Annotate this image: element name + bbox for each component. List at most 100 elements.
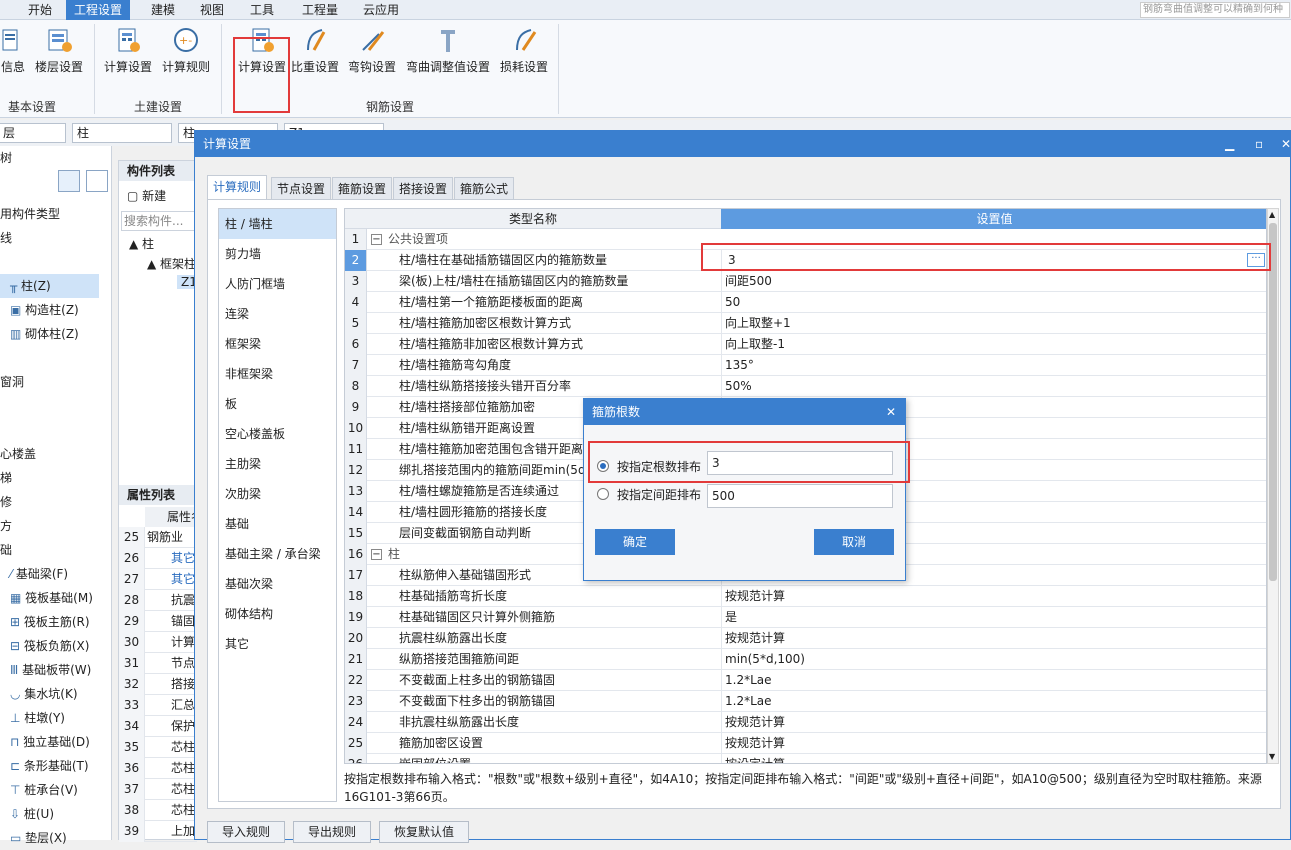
grid-row[interactable]: 5 柱/墙柱箍筋加密区根数计算方式 向上取整+1 [345, 313, 1266, 334]
setting-value[interactable]: 按规范计算 [721, 712, 1266, 733]
tree-item-pier[interactable]: ⊥ 柱墩(Y) [0, 706, 65, 730]
grid-row[interactable]: 7 柱/墙柱箍筋弯勾角度 135° [345, 355, 1266, 376]
setting-value[interactable]: 向上取整+1 [721, 313, 1266, 334]
scroll-down-icon[interactable]: ▼ [1269, 753, 1277, 761]
grid-row[interactable]: 3 梁(板)上柱/墙柱在插筋锚固区内的箍筋数量 间距500 [345, 271, 1266, 292]
category-item[interactable]: 基础次梁 [219, 569, 336, 599]
grid-row[interactable]: 4 柱/墙柱第一个箍筋距楼板面的距离 50 [345, 292, 1266, 313]
grid-row[interactable]: 26 嵌固部位设置 按设定计算 [345, 754, 1266, 763]
property-row[interactable]: 27 其它 [119, 569, 197, 590]
tree-item-foundation-beam[interactable]: ⁄ 基础梁(F) [0, 562, 68, 586]
floor-settings-button[interactable]: 楼层设置 [32, 24, 86, 88]
property-row[interactable]: 34 保护 [119, 716, 197, 737]
category-item[interactable]: 板 [219, 389, 336, 419]
tree-item-pile[interactable]: ⇩ 桩(U) [0, 802, 54, 826]
property-row[interactable]: 35 芯柱 [119, 737, 197, 758]
grid-row[interactable]: 8 柱/墙柱纵筋搭接接头错开百分率 50% [345, 376, 1266, 397]
category-item[interactable]: 砌体结构 [219, 599, 336, 629]
property-row[interactable]: 29 锚固 [119, 611, 197, 632]
category-item[interactable]: 框架梁 [219, 329, 336, 359]
tree-item-raft-main-bar[interactable]: ⊞ 筏板主筋(R) [0, 610, 90, 634]
property-row[interactable]: 38 芯柱 [119, 800, 197, 821]
category-item[interactable]: 基础 [219, 509, 336, 539]
grid-row[interactable]: 18 柱基础插筋弯折长度 按规范计算 [345, 586, 1266, 607]
property-row[interactable]: 31 节点 [119, 653, 197, 674]
category-item[interactable]: 剪力墙 [219, 239, 336, 269]
tree-item-sump[interactable]: ◡ 集水坑(K) [0, 682, 78, 706]
search-hint-input[interactable]: 钢筋弯曲值调整可以精确到何种 [1140, 2, 1290, 18]
grid-row[interactable]: 25 箍筋加密区设置 按规范计算 [345, 733, 1266, 754]
tree-item[interactable]: 线 [0, 226, 12, 250]
category-item[interactable]: 其它 [219, 629, 336, 659]
setting-value[interactable]: 1.2*Lae [721, 670, 1266, 691]
menu-cloud[interactable]: 云应用 [355, 0, 407, 20]
category-item[interactable]: 非框架梁 [219, 359, 336, 389]
spacing-input[interactable]: 500 [707, 484, 893, 508]
scroll-up-icon[interactable]: ▲ [1269, 211, 1277, 219]
tree-item-raft[interactable]: ▦ 筏板基础(M) [0, 586, 93, 610]
category-item[interactable]: 人防门框墙 [219, 269, 336, 299]
close-icon[interactable]: ✕ [1281, 131, 1291, 157]
property-row[interactable]: 33 汇总 [119, 695, 197, 716]
tab-calc-rules[interactable]: 计算规则 [207, 175, 268, 199]
tree-item-isolated-footing[interactable]: ⊓ 独立基础(D) [0, 730, 90, 754]
setting-value[interactable]: 50% [721, 376, 1266, 397]
tree-item[interactable]: 窗洞 [0, 370, 24, 394]
maximize-icon[interactable]: ▫ [1255, 131, 1263, 157]
menu-start[interactable]: 开始 [20, 0, 60, 20]
setting-value[interactable]: 50 [721, 292, 1266, 313]
setting-value[interactable]: min(5*d,100) [721, 649, 1266, 670]
comp-tree-frame-column[interactable]: ▲ 框架柱 [147, 255, 196, 272]
floor-select[interactable]: 层 [0, 123, 66, 143]
tree-item-column[interactable]: ╥ 柱(Z) [0, 274, 99, 298]
grid-view-icon[interactable] [86, 170, 108, 192]
tree-item-raft-neg-bar[interactable]: ⊟ 筏板负筋(X) [0, 634, 89, 658]
popup-close-icon[interactable]: ✕ [886, 399, 896, 425]
tab-lap-settings[interactable]: 搭接设置 [393, 177, 454, 199]
tree-item-pile-cap[interactable]: ⊤ 桩承台(V) [0, 778, 78, 802]
grid-row[interactable]: 6 柱/墙柱箍筋非加密区根数计算方式 向上取整-1 [345, 334, 1266, 355]
menu-tools[interactable]: 工具 [242, 0, 282, 20]
property-row[interactable]: 26 其它 [119, 548, 197, 569]
info-button[interactable]: 信息 [0, 24, 26, 88]
menu-quantity[interactable]: 工程量 [294, 0, 346, 20]
tree-item[interactable]: 方 [0, 514, 12, 538]
property-row[interactable]: 25 钢筋业 [119, 527, 197, 548]
property-row[interactable]: 36 芯柱 [119, 758, 197, 779]
list-view-icon[interactable] [58, 170, 80, 192]
menu-project-settings[interactable]: 工程设置 [66, 0, 131, 20]
grid-row[interactable]: 23 不变截面下柱多出的钢筋锚固 1.2*Lae [345, 691, 1266, 712]
tree-item[interactable]: 心楼盖 [0, 442, 36, 466]
setting-value[interactable]: 间距500 [721, 271, 1266, 292]
tree-item-constructional-column[interactable]: ▣ 构造柱(Z) [0, 298, 79, 322]
civil-calc-settings-button[interactable]: 计算设置 [102, 24, 154, 88]
grid-row[interactable]: 21 纵筋搭接范围箍筋间距 min(5*d,100) [345, 649, 1266, 670]
calc-rules-button[interactable]: +- 计算规则 [160, 24, 212, 88]
tree-item-cushion[interactable]: ▭ 垫层(X) [0, 826, 67, 850]
setting-value[interactable]: 1.2*Lae [721, 691, 1266, 712]
tree-item-masonry-column[interactable]: ▥ 砌体柱(Z) [0, 322, 79, 346]
category-item[interactable]: 主肋梁 [219, 449, 336, 479]
new-button[interactable]: ▢ 新建 [127, 187, 166, 204]
setting-value[interactable]: 按规范计算 [721, 733, 1266, 754]
menu-modeling[interactable]: 建模 [143, 0, 183, 20]
type-select[interactable]: 柱 [72, 123, 172, 143]
grid-scrollbar[interactable]: ▲ ▼ [1267, 208, 1279, 764]
property-row[interactable]: 39 上加 [119, 821, 197, 842]
menu-view[interactable]: 视图 [192, 0, 232, 20]
grid-row[interactable]: 19 柱基础锚固区只计算外侧箍筋 是 [345, 607, 1266, 628]
scroll-thumb[interactable] [1269, 223, 1277, 581]
bend-adjust-settings-button[interactable]: 弯曲调整值设置 [404, 24, 492, 88]
tree-item[interactable]: 修 [0, 490, 12, 514]
loss-settings-button[interactable]: 损耗设置 [498, 24, 550, 88]
hook-settings-button[interactable]: 弯钩设置 [346, 24, 398, 88]
category-item[interactable]: 基础主梁 / 承台梁 [219, 539, 336, 569]
comp-tree-root[interactable]: ▲ 柱 [129, 235, 154, 252]
property-row[interactable]: 30 计算 [119, 632, 197, 653]
tab-stirrup-settings[interactable]: 箍筋设置 [332, 177, 393, 199]
tree-item[interactable]: 础 [0, 538, 12, 562]
density-settings-button[interactable]: 比重设置 [290, 24, 340, 88]
setting-value[interactable]: 按设定计算 [721, 754, 1266, 763]
tree-item-slab-band[interactable]: Ⅲ 基础板带(W) [0, 658, 91, 682]
setting-value[interactable]: 按规范计算 [721, 586, 1266, 607]
